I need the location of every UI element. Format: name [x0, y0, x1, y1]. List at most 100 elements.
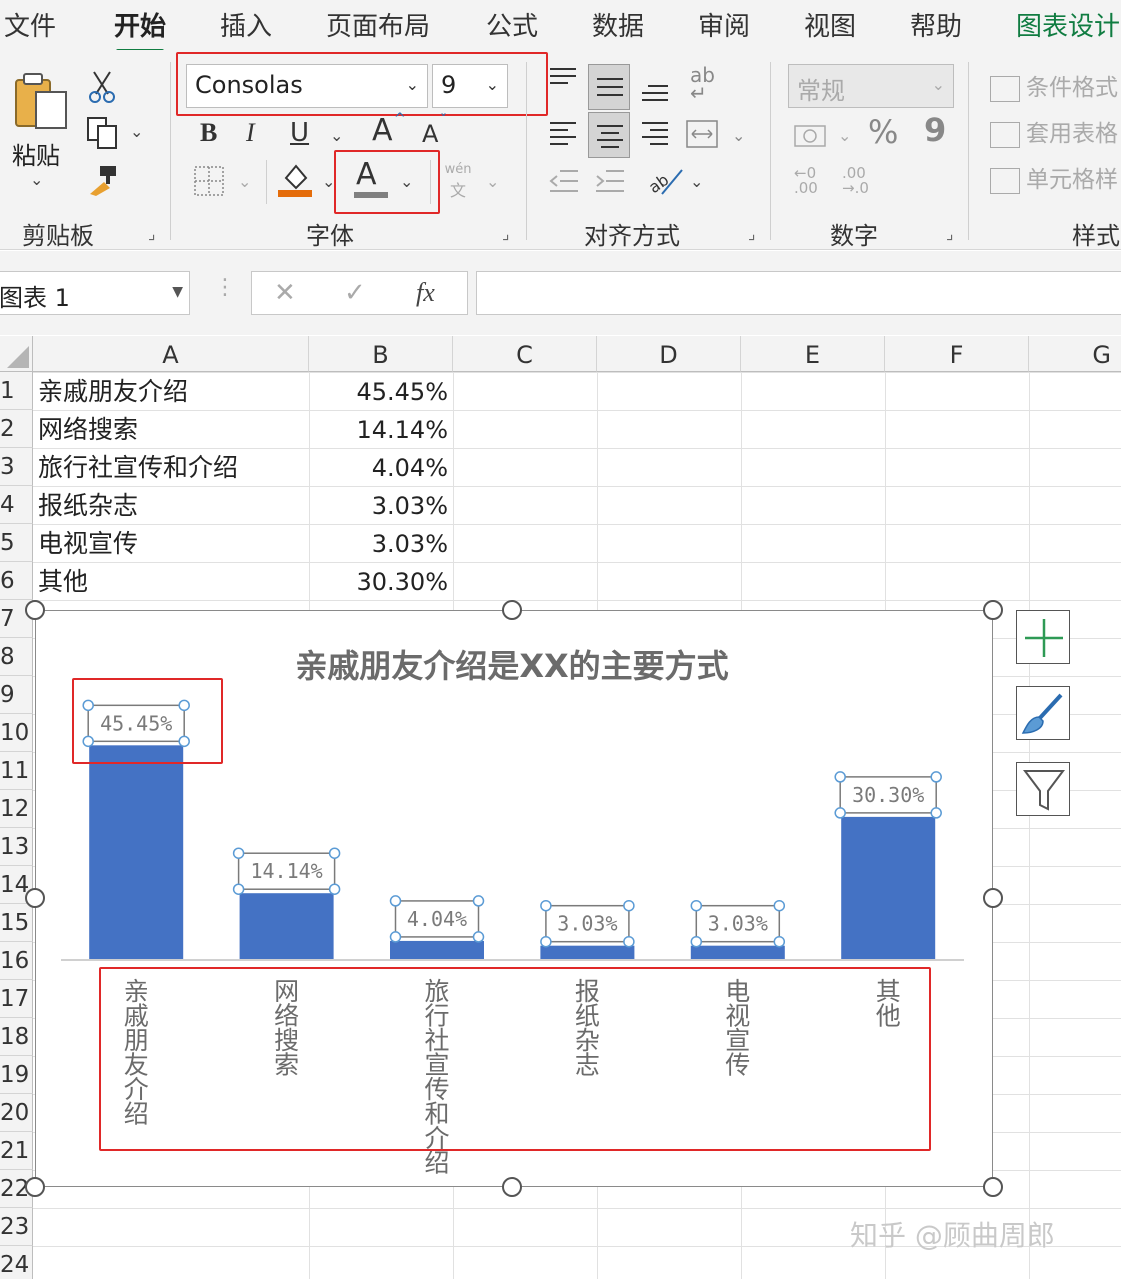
column-header-b[interactable]: B [309, 336, 453, 372]
clipboard-launcher-icon[interactable]: ⌟ [148, 224, 156, 243]
tab-review[interactable]: 审阅 [698, 6, 750, 43]
row-header[interactable]: 9 [0, 676, 33, 714]
tab-home[interactable]: 开始 [114, 6, 166, 53]
selection-handle[interactable] [389, 931, 402, 943]
formula-bar-grip-icon[interactable]: ⋮ [214, 275, 236, 300]
cell-b3[interactable]: 4.04% [310, 448, 448, 486]
data-label[interactable]: 3.03% [690, 899, 786, 948]
conditional-formatting-button[interactable]: 条件格式 [990, 68, 1118, 102]
row-header[interactable]: 17 [0, 980, 33, 1018]
selection-handle[interactable] [773, 899, 786, 912]
selection-handle[interactable] [834, 771, 846, 783]
merge-dropdown-icon[interactable]: ⌄ [732, 126, 745, 145]
borders-icon[interactable] [194, 166, 224, 196]
orientation-dropdown-icon[interactable]: ⌄ [690, 172, 703, 191]
resize-handle-top-right[interactable] [983, 600, 1003, 620]
tab-page-layout[interactable]: 页面布局 [326, 6, 430, 43]
resize-handle-bottom-right[interactable] [983, 1177, 1003, 1197]
font-launcher-icon[interactable]: ⌟ [502, 224, 510, 243]
column-header-e[interactable]: E [741, 336, 885, 372]
cell-a1[interactable]: 亲戚朋友介绍 [38, 372, 188, 410]
insert-function-icon[interactable]: fx [416, 278, 435, 308]
select-all-corner[interactable] [0, 336, 33, 372]
tab-view[interactable]: 视图 [804, 6, 856, 43]
selection-handle[interactable] [232, 883, 245, 895]
row-header[interactable]: 20 [0, 1094, 33, 1132]
decrease-indent-icon[interactable] [548, 168, 580, 194]
shrink-font-button[interactable]: A [422, 122, 438, 146]
cancel-icon[interactable]: ✕ [274, 278, 296, 308]
align-middle-button[interactable] [588, 64, 630, 110]
increase-indent-icon[interactable] [594, 168, 626, 194]
tab-file[interactable]: 文件 [4, 6, 56, 43]
accounting-format-icon[interactable] [794, 122, 828, 152]
column-header-d[interactable]: D [597, 336, 741, 372]
selection-handle[interactable] [328, 847, 341, 859]
alignment-launcher-icon[interactable]: ⌟ [748, 224, 756, 243]
cut-icon[interactable] [88, 70, 116, 104]
row-header[interactable]: 16 [0, 942, 33, 980]
row-header[interactable]: 15 [0, 904, 33, 942]
bar[interactable] [390, 940, 484, 960]
tab-chart-design[interactable]: 图表设计 [1016, 6, 1120, 43]
row-header[interactable]: 12 [0, 790, 33, 828]
chevron-down-icon[interactable]: ▼ [172, 284, 183, 300]
row-header[interactable]: 4 [0, 486, 33, 524]
cell-b6[interactable]: 30.30% [310, 562, 448, 600]
selection-handle[interactable] [540, 899, 552, 912]
tab-help[interactable]: 帮助 [910, 6, 962, 43]
bar[interactable] [540, 945, 635, 960]
cell-b1[interactable]: 45.45% [310, 372, 448, 410]
selection-handle[interactable] [773, 935, 786, 948]
selection-handle[interactable] [834, 807, 846, 819]
column-header-c[interactable]: C [453, 336, 597, 372]
align-center-button[interactable] [588, 112, 630, 158]
number-launcher-icon[interactable]: ⌟ [946, 224, 954, 243]
align-left-icon[interactable] [548, 120, 578, 146]
cell-b4[interactable]: 3.03% [310, 486, 448, 524]
cell-a5[interactable]: 电视宣传 [38, 524, 138, 562]
row-header[interactable]: 18 [0, 1018, 33, 1056]
accounting-dropdown-icon[interactable]: ⌄ [838, 126, 851, 145]
cell-b5[interactable]: 3.03% [310, 524, 448, 562]
bold-button[interactable]: B [200, 120, 217, 146]
cell-b2[interactable]: 14.14% [310, 410, 448, 448]
borders-dropdown-icon[interactable]: ⌄ [238, 172, 251, 191]
merge-center-icon[interactable] [686, 120, 718, 148]
selection-handle[interactable] [930, 771, 942, 783]
cell-a3[interactable]: 旅行社宣传和介绍 [38, 448, 238, 486]
column-header-f[interactable]: F [885, 336, 1029, 372]
row-header[interactable]: 11 [0, 752, 33, 790]
chart-title[interactable]: 亲戚朋友介绍是XX的主要方式 [295, 647, 728, 685]
tab-formulas[interactable]: 公式 [486, 6, 538, 43]
bar[interactable] [841, 816, 936, 960]
align-bottom-icon[interactable] [640, 80, 670, 106]
underline-button[interactable]: U [290, 120, 309, 146]
row-header[interactable]: 5 [0, 524, 33, 562]
chart-elements-button[interactable] [1016, 610, 1070, 664]
format-painter-icon[interactable] [86, 164, 120, 198]
row-header[interactable]: 24 [0, 1246, 33, 1279]
orientation-icon[interactable]: ab [648, 164, 684, 196]
copy-icon[interactable] [86, 116, 120, 150]
chevron-down-icon[interactable]: ⌄ [932, 75, 945, 94]
format-as-table-button[interactable]: 套用表格 [990, 114, 1118, 148]
tab-data[interactable]: 数据 [592, 6, 644, 43]
row-header[interactable]: 3 [0, 448, 33, 486]
data-label[interactable]: 14.14% [232, 847, 341, 895]
wrap-text-button[interactable]: ab ↵ [690, 65, 715, 103]
data-label[interactable]: 3.03% [540, 899, 635, 948]
selection-handle[interactable] [690, 899, 703, 912]
bar[interactable] [690, 945, 785, 960]
data-label[interactable]: 4.04% [389, 895, 485, 943]
number-format-combo[interactable]: 常规 ⌄ [788, 64, 954, 108]
comma-style-button[interactable]: 9 [924, 114, 946, 146]
align-right-icon[interactable] [640, 120, 670, 146]
selection-handle[interactable] [472, 895, 485, 907]
bar[interactable] [239, 893, 334, 960]
cell-styles-button[interactable]: 单元格样 [990, 160, 1118, 194]
enter-icon[interactable]: ✓ [344, 278, 366, 308]
chart-styles-button[interactable] [1016, 686, 1070, 740]
row-header[interactable]: 2 [0, 410, 33, 448]
cell-a6[interactable]: 其他 [38, 562, 88, 600]
